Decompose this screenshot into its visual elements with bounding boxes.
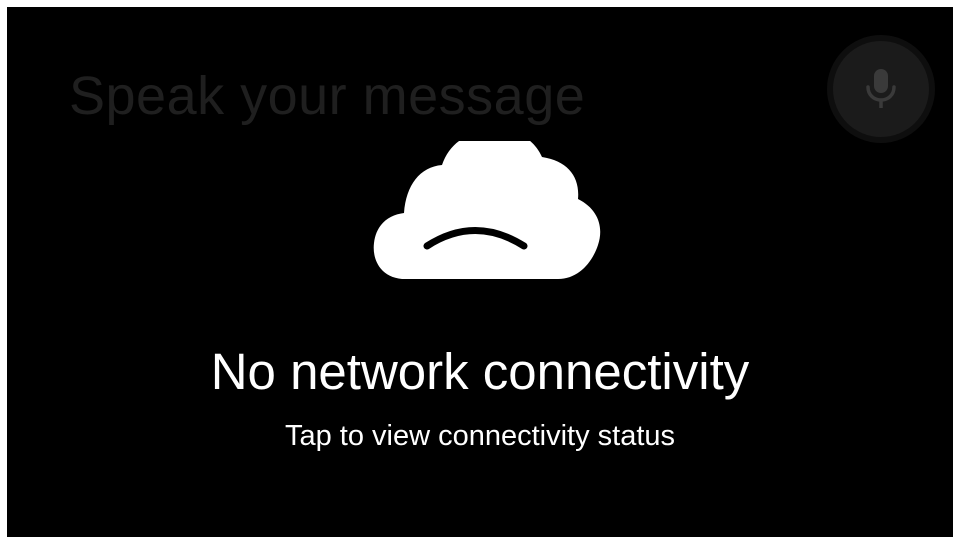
sad-cloud-icon	[373, 141, 601, 279]
microphone-icon	[866, 69, 896, 108]
voice-prompt-text: Speak your message	[69, 66, 586, 126]
connectivity-error-panel[interactable]: No network connectivity Tap to view conn…	[7, 127, 953, 537]
microphone-button[interactable]	[833, 41, 929, 137]
glass-screen: Speak your message No network connectivi…	[7, 7, 953, 537]
error-title: No network connectivity	[210, 343, 750, 400]
error-subtitle[interactable]: Tap to view connectivity status	[7, 418, 953, 454]
